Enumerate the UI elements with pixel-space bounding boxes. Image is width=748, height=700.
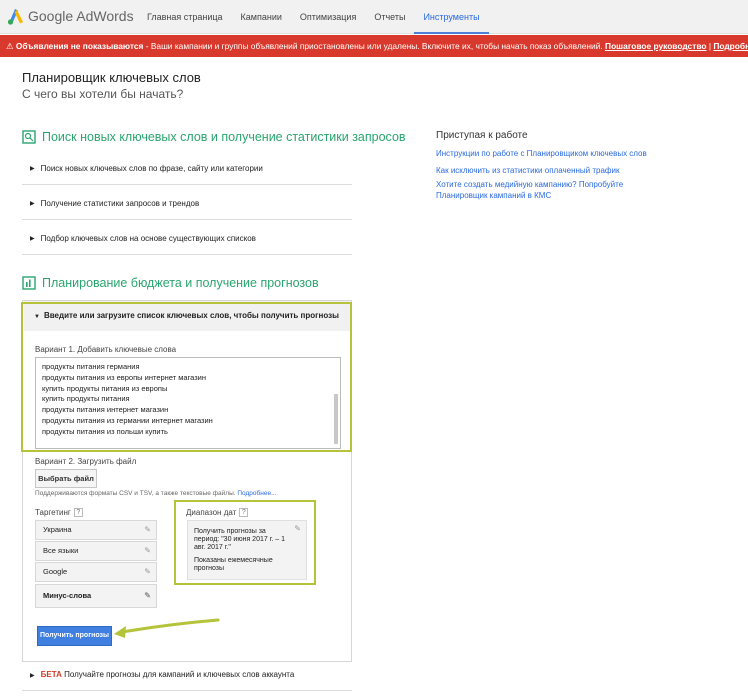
choose-file-button[interactable]: Выбрать файл: [35, 469, 97, 488]
pencil-icon[interactable]: ✎: [144, 563, 151, 581]
search-section-label: Поиск новых ключевых слов и получение ст…: [42, 130, 406, 144]
adwords-logo-icon[interactable]: [6, 6, 26, 26]
pencil-icon[interactable]: ✎: [144, 521, 151, 539]
sidebar-title: Приступая к работе: [436, 130, 528, 141]
divider: [22, 690, 352, 691]
expand-arrow-icon: ▶: [30, 166, 35, 172]
pencil-icon[interactable]: ✎: [144, 585, 151, 607]
option2-label: Вариант 2. Загрузить файл: [35, 457, 137, 466]
targeting-label-text: Таргетинг: [35, 508, 71, 517]
alert-more-link[interactable]: Подробнее...: [713, 41, 748, 51]
search-option-phrase[interactable]: ▶ Поиск новых ключевых слов по фразе, сай…: [22, 155, 352, 185]
sidebar-link-display-planner[interactable]: Хотите создать медийную кампанию? Попроб…: [436, 179, 636, 201]
targeting-location[interactable]: Украина ✎: [35, 520, 157, 540]
bar-chart-icon: [22, 276, 36, 290]
budget-section-title: Планирование бюджета и получение прогноз…: [22, 276, 319, 290]
search-option-stats[interactable]: ▶ Получение статистики запросов и трендов: [22, 190, 352, 220]
arrow-pointer-icon: [114, 618, 220, 638]
warning-icon: ⚠: [6, 41, 14, 51]
targeting-language[interactable]: Все языки ✎: [35, 541, 157, 561]
alert-title: Объявления не показываются: [15, 41, 144, 51]
highlight-frame-date-range: [174, 500, 316, 585]
nav-home[interactable]: Главная страница: [138, 0, 232, 34]
alert-banner: ⚠ Объявления не показываются - Ваши камп…: [0, 35, 748, 57]
sidebar-link-exclude-traffic[interactable]: Как исключить из статистики оплаченный т…: [436, 165, 656, 176]
brand-title[interactable]: Google AdWords: [28, 8, 134, 24]
alert-text: - Ваши кампании и группы объявлений прио…: [143, 41, 603, 51]
formats-hint-text: Поддерживаются форматы CSV и TSV, а такж…: [35, 490, 236, 497]
targeting-network-value: Google: [43, 567, 68, 576]
targeting-negative-value: Минус-слова: [43, 591, 92, 600]
beta-badge: БЕТА: [40, 670, 62, 679]
targeting-language-value: Все языки: [43, 546, 79, 555]
targeting-network[interactable]: Google ✎: [35, 562, 157, 582]
main-nav: Главная страница Кампании Оптимизация От…: [138, 0, 489, 34]
alert-guide-link[interactable]: Пошаговое руководство: [605, 41, 706, 51]
targeting-label: Таргетинг?: [35, 508, 83, 518]
search-section-icon: [22, 130, 36, 144]
search-section-title: Поиск новых ключевых слов и получение ст…: [22, 130, 406, 144]
search-option-label: Получение статистики запросов и трендов: [40, 199, 200, 209]
expand-arrow-icon: ▶: [30, 673, 35, 679]
nav-optimization[interactable]: Оптимизация: [291, 0, 365, 34]
top-bar: Google AdWords Главная страница Кампании…: [0, 0, 748, 34]
alert-separator: |: [708, 41, 711, 51]
highlight-frame-keywords: [21, 302, 352, 452]
formats-hint: Поддерживаются форматы CSV и TSV, а такж…: [35, 490, 277, 497]
targeting-location-value: Украина: [43, 525, 72, 534]
expand-arrow-icon: ▶: [30, 236, 35, 242]
get-forecasts-button[interactable]: Получить прогнозы: [37, 626, 112, 646]
pencil-icon[interactable]: ✎: [144, 542, 151, 560]
budget-section-label: Планирование бюджета и получение прогноз…: [42, 276, 319, 290]
targeting-negative-keywords[interactable]: Минус-слова ✎: [35, 584, 157, 608]
sidebar-link-instructions[interactable]: Инструкции по работе с Планировщиком клю…: [436, 148, 656, 159]
beta-row-text: Получайте прогнозы для кампаний и ключев…: [64, 670, 295, 679]
help-icon[interactable]: ?: [73, 508, 83, 518]
search-option-label: Подбор ключевых слов на основе существую…: [40, 234, 256, 244]
nav-reports[interactable]: Отчеты: [365, 0, 414, 34]
nav-tools[interactable]: Инструменты: [414, 0, 489, 34]
nav-campaigns[interactable]: Кампании: [232, 0, 291, 34]
page-subtitle: С чего вы хотели бы начать?: [22, 87, 184, 101]
search-option-label: Поиск новых ключевых слов по фразе, сайт…: [40, 164, 263, 174]
formats-more-link[interactable]: Подробнее...: [237, 490, 276, 497]
expand-arrow-icon: ▶: [30, 201, 35, 207]
page-title: Планировщик ключевых слов: [22, 70, 201, 85]
beta-row[interactable]: ▶ БЕТА Получайте прогнозы для кампаний и …: [22, 670, 294, 679]
search-option-combine[interactable]: ▶ Подбор ключевых слов на основе существу…: [22, 225, 352, 255]
